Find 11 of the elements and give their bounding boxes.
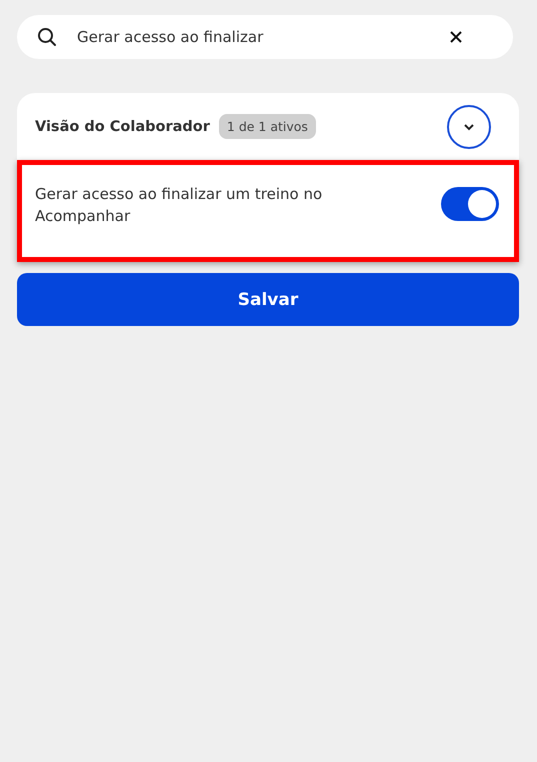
chevron-icon: [463, 122, 475, 130]
count-badge: 1 de 1 ativos: [218, 114, 316, 139]
close-icon[interactable]: [449, 30, 463, 44]
toggle-switch[interactable]: [441, 187, 499, 221]
search-input[interactable]: Gerar acesso ao finalizar: [77, 28, 449, 46]
save-button[interactable]: Salvar: [17, 273, 519, 326]
setting-label: Gerar acesso ao finalizar um treino no Acompanhar: [35, 184, 324, 227]
expand-button[interactable]: [447, 104, 491, 148]
search-icon: [37, 27, 57, 47]
search-field[interactable]: Gerar acesso ao finalizar: [17, 15, 513, 59]
section-title: Visão do Colaborador: [35, 118, 210, 134]
